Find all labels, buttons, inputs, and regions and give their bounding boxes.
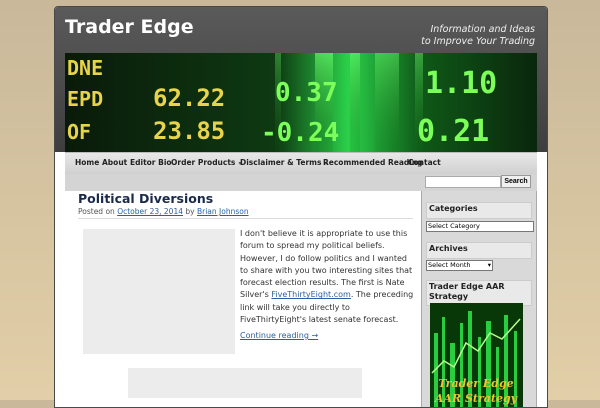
strategy-image-text-2: AAR Strategy [434, 392, 519, 405]
search-button[interactable]: Search [501, 175, 531, 188]
main-content: Political Diversions Posted on October 2… [65, 191, 417, 407]
categories-widget-title: Categories [426, 202, 532, 219]
sidebar: Categories Select Category Archives Sele… [421, 191, 537, 407]
ticker-board-icon: DNE EPD OF 62.22 23.85 0.37 -0.24 1.10 0… [65, 53, 537, 152]
divider [78, 218, 413, 219]
site-title[interactable]: Trader Edge [65, 16, 194, 38]
tagline-line-2: to Improve Your Trading [421, 36, 535, 47]
continue-reading-link[interactable]: Continue reading → [240, 331, 318, 340]
banner-ticker-text: 23.85 [153, 117, 225, 145]
site-tagline: Information and Ideas to Improve Your Tr… [421, 24, 535, 48]
banner-ticker-text: DNE [67, 56, 103, 80]
nav-order-products-label: Order Products [171, 158, 236, 167]
main-navigation: Home About Editor Bio Order Products ▾ D… [65, 152, 537, 175]
post-date-link[interactable]: October 23, 2014 [117, 207, 183, 216]
tagline-line-1: Information and Ideas [430, 24, 535, 35]
aar-strategy-image[interactable]: Trader Edge AAR Strategy [430, 303, 523, 407]
fivethirtyeight-link[interactable]: FiveThirtyEight.com [271, 290, 350, 299]
post-body-text: I don't believe it is appropriate to use… [240, 229, 413, 300]
banner-ticker-text: 0.21 [417, 114, 489, 149]
page-wrapper: Trader Edge Information and Ideas to Imp… [54, 6, 548, 408]
archives-select-value: Select Month [428, 261, 471, 269]
by-label: by [185, 207, 195, 216]
nav-disclaimer-terms-label: Disclaimer & Terms [240, 158, 322, 167]
nav-disclaimer-terms[interactable]: Disclaimer & Terms ▾ [240, 158, 328, 167]
posted-on-label: Posted on [78, 207, 115, 216]
chevron-down-icon: ▾ [487, 261, 491, 269]
post-author-link[interactable]: Brian Johnson [197, 207, 249, 216]
post-image-placeholder [83, 229, 235, 354]
banner-ticker-text: EPD [67, 87, 103, 111]
ad-placeholder [128, 368, 362, 398]
nav-contact[interactable]: Contact [408, 158, 441, 167]
archives-select[interactable]: Select Month ▾ [426, 260, 493, 271]
archives-widget-title: Archives [426, 242, 532, 259]
nav-about[interactable]: About [102, 158, 127, 167]
banner-ticker-text: OF [67, 120, 91, 144]
post-excerpt: I don't believe it is appropriate to use… [240, 228, 415, 326]
categories-select-value: Select Category [428, 222, 480, 230]
header-banner-image: DNE EPD OF 62.22 23.85 0.37 -0.24 1.10 0… [65, 53, 537, 152]
nav-order-products[interactable]: Order Products ▾ [171, 158, 242, 167]
aar-strategy-chart-icon: Trader Edge AAR Strategy [430, 303, 523, 407]
search-input[interactable] [425, 176, 501, 188]
post-meta: Posted on October 23, 2014 by Brian John… [78, 207, 249, 216]
site-header: Trader Edge Information and Ideas to Imp… [55, 7, 547, 152]
banner-ticker-text: 1.10 [425, 66, 497, 101]
banner-ticker-text: 62.22 [153, 84, 225, 112]
post-title[interactable]: Political Diversions [78, 191, 213, 206]
search-bar: Search [65, 174, 537, 191]
strategy-image-text-1: Trader Edge [438, 377, 513, 390]
banner-ticker-text: -0.24 [261, 118, 339, 148]
nav-editor-bio[interactable]: Editor Bio [130, 158, 172, 167]
banner-ticker-text: 0.37 [275, 78, 338, 108]
nav-home[interactable]: Home [75, 158, 99, 167]
categories-select[interactable]: Select Category [426, 221, 534, 232]
